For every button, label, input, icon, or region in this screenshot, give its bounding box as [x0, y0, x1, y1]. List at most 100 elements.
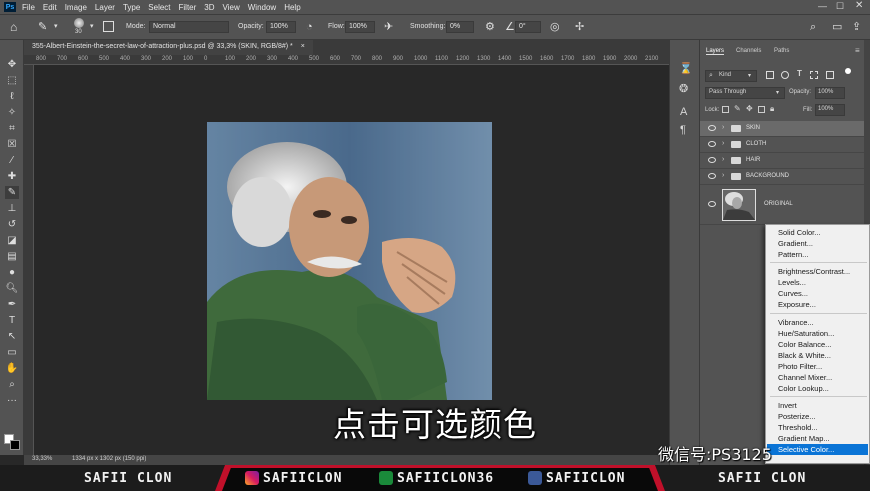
workspace-icon[interactable]: ▭	[832, 21, 842, 33]
menu-3d[interactable]: 3D	[204, 3, 214, 12]
frame-tool-icon[interactable]: ☒	[5, 138, 19, 151]
rectangle-tool-icon[interactable]: ▭	[5, 346, 19, 359]
path-select-icon[interactable]: ↖	[5, 330, 19, 343]
shape-filter-icon[interactable]	[810, 71, 818, 79]
move-tool-icon[interactable]: ✥	[5, 58, 19, 71]
chevron-right-icon[interactable]: ›	[722, 172, 724, 179]
visibility-eye-icon[interactable]	[708, 201, 716, 207]
document-info[interactable]: 1334 px x 1302 px (150 ppi)	[72, 456, 146, 462]
hand-tool-icon[interactable]: ✋	[5, 362, 19, 375]
menu-edit[interactable]: Edit	[43, 3, 57, 12]
minimize-button[interactable]: —	[818, 1, 827, 11]
menu-item-color-balance[interactable]: Color Balance...	[778, 340, 831, 349]
menu-filter[interactable]: Filter	[179, 3, 197, 12]
chevron-right-icon[interactable]: ›	[722, 124, 724, 131]
brush-tool-icon[interactable]: ✎	[38, 21, 47, 33]
fill-input[interactable]: 100%	[815, 104, 845, 116]
menu-type[interactable]: Type	[123, 3, 140, 12]
menu-item-photo-filter[interactable]: Photo Filter...	[778, 362, 822, 371]
menu-item-black-white[interactable]: Black & White...	[778, 351, 831, 360]
menu-item-gradient[interactable]: Gradient...	[778, 239, 813, 248]
gradient-tool-icon[interactable]: ▤	[5, 250, 19, 263]
menu-item-color-lookup[interactable]: Color Lookup...	[778, 384, 829, 393]
visibility-eye-icon[interactable]	[708, 157, 716, 163]
tab-layers[interactable]: Layers	[706, 48, 725, 55]
marquee-tool-icon[interactable]: ⬚	[5, 74, 19, 87]
history-brush-icon[interactable]: ↺	[5, 218, 19, 231]
chevron-down-icon[interactable]: ▾	[90, 21, 94, 33]
maximize-button[interactable]: ☐	[836, 1, 844, 12]
lock-transparent-icon[interactable]	[722, 106, 729, 113]
eraser-tool-icon[interactable]: ◪	[5, 234, 19, 247]
menu-item-selective-color[interactable]: Selective Color...	[778, 445, 834, 454]
dodge-tool-icon[interactable]: 🔍︎	[5, 282, 19, 295]
mode-select[interactable]: Normal	[149, 21, 229, 33]
menu-image[interactable]: Image	[65, 3, 87, 12]
share-icon[interactable]: ⇪	[852, 21, 861, 33]
menu-item-brightness-contrast[interactable]: Brightness/Contrast...	[778, 267, 850, 276]
menu-file[interactable]: File	[22, 3, 35, 12]
brush-tool-icon[interactable]: ✎	[5, 186, 19, 199]
menu-item-exposure[interactable]: Exposure...	[778, 300, 816, 309]
pen-tool-icon[interactable]: ✒	[5, 298, 19, 311]
layer-row-cloth[interactable]: › CLOTH	[700, 137, 865, 153]
color-panel-icon[interactable]: ❂	[679, 82, 688, 95]
type-filter-icon[interactable]: T	[797, 69, 802, 78]
pressure-size-icon[interactable]: ◎	[550, 21, 560, 33]
flow-input[interactable]: 100%	[345, 21, 375, 33]
history-panel-icon[interactable]: ⌛	[679, 62, 693, 75]
menu-select[interactable]: Select	[148, 3, 170, 12]
layer-opacity-input[interactable]: 100%	[815, 87, 845, 99]
chevron-right-icon[interactable]: ›	[722, 140, 724, 147]
close-window-button[interactable]: ✕	[855, 0, 863, 11]
lock-position-icon[interactable]: ✥	[746, 104, 753, 113]
menu-window[interactable]: Window	[248, 3, 276, 12]
visibility-eye-icon[interactable]	[708, 141, 716, 147]
tab-paths[interactable]: Paths	[774, 48, 789, 54]
panel-menu-icon[interactable]: ≡	[855, 46, 860, 55]
lock-artboard-icon[interactable]	[758, 106, 765, 113]
airbrush-icon[interactable]: ✈	[384, 21, 393, 33]
menu-view[interactable]: View	[223, 3, 240, 12]
menu-item-pattern[interactable]: Pattern...	[778, 250, 808, 259]
smoothing-input[interactable]: 0%	[446, 21, 474, 33]
visibility-eye-icon[interactable]	[708, 125, 716, 131]
smart-object-filter-icon[interactable]	[826, 71, 834, 79]
clone-stamp-icon[interactable]: ⊥	[5, 202, 19, 215]
paragraph-panel-icon[interactable]: ¶	[680, 124, 686, 136]
search-icon[interactable]: ⌕	[810, 21, 816, 33]
home-icon[interactable]: ⌂	[10, 21, 17, 33]
menu-item-curves[interactable]: Curves...	[778, 289, 808, 298]
menu-item-levels[interactable]: Levels...	[778, 278, 806, 287]
opacity-input[interactable]: 100%	[266, 21, 296, 33]
menu-item-channel-mixer[interactable]: Channel Mixer...	[778, 373, 832, 382]
pressure-opacity-icon[interactable]: ◔	[306, 21, 313, 33]
menu-item-hue-saturation[interactable]: Hue/Saturation...	[778, 329, 834, 338]
lock-all-icon[interactable]: 🔒︎	[770, 104, 774, 114]
layer-row-hair[interactable]: › HAIR	[700, 153, 865, 169]
visibility-eye-icon[interactable]	[708, 173, 716, 179]
quick-select-tool-icon[interactable]: ✧	[5, 106, 19, 119]
close-tab-icon[interactable]: ×	[301, 43, 305, 50]
layer-row-background[interactable]: › BACKGROUND	[700, 169, 865, 185]
brush-preset-icon[interactable]	[74, 18, 84, 28]
zoom-tool-icon[interactable]: ⌕	[5, 378, 19, 391]
lasso-tool-icon[interactable]: ℓ	[5, 90, 19, 103]
blend-mode-select[interactable]: Pass Through ▾	[705, 87, 785, 99]
brush-settings-icon[interactable]	[103, 21, 114, 32]
type-tool-icon[interactable]: T	[5, 314, 19, 327]
layer-row-original[interactable]: ORIGINAL	[700, 185, 865, 225]
angle-input[interactable]: 0°	[515, 21, 541, 33]
menu-help[interactable]: Help	[284, 3, 300, 12]
eyedropper-tool-icon[interactable]: ⁄	[5, 154, 19, 167]
filter-kind-select[interactable]: ⌕ Kind ▾	[705, 70, 757, 82]
healing-brush-icon[interactable]: ✚	[5, 170, 19, 183]
chevron-right-icon[interactable]: ›	[722, 156, 724, 163]
zoom-level[interactable]: 33,33%	[32, 456, 52, 462]
crop-tool-icon[interactable]: ⌗	[5, 122, 19, 135]
einstein-photo[interactable]	[207, 122, 492, 400]
pixel-filter-icon[interactable]	[766, 71, 774, 79]
lock-pixels-icon[interactable]: ✎	[734, 104, 741, 113]
menu-item-solid-color[interactable]: Solid Color...	[778, 228, 821, 237]
filter-toggle[interactable]	[845, 68, 851, 74]
